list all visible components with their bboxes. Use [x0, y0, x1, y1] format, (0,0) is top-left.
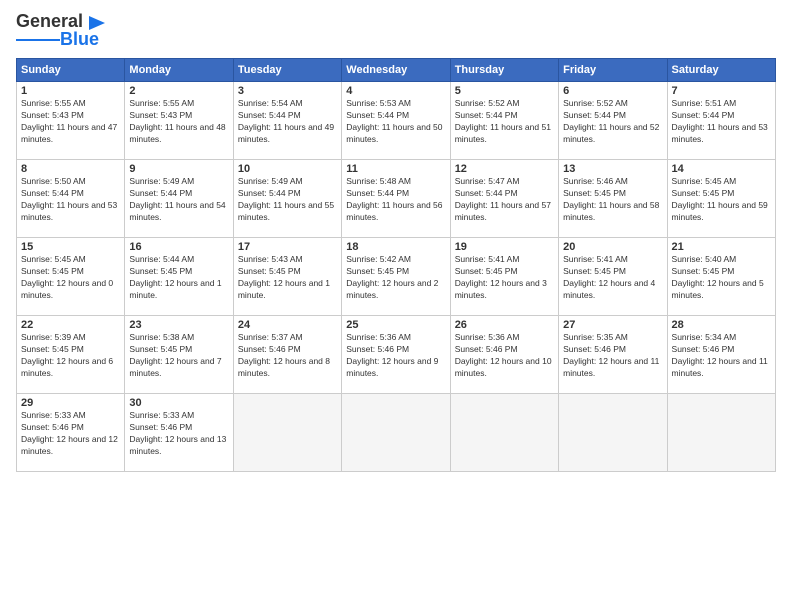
calendar-cell: 13Sunrise: 5:46 AMSunset: 5:45 PMDayligh…: [559, 160, 667, 238]
calendar-cell: 27Sunrise: 5:35 AMSunset: 5:46 PMDayligh…: [559, 316, 667, 394]
col-header-thursday: Thursday: [450, 59, 558, 82]
calendar-cell: 9Sunrise: 5:49 AMSunset: 5:44 PMDaylight…: [125, 160, 233, 238]
calendar-cell: 12Sunrise: 5:47 AMSunset: 5:44 PMDayligh…: [450, 160, 558, 238]
logo-blue: Blue: [60, 29, 99, 50]
col-header-sunday: Sunday: [17, 59, 125, 82]
calendar-cell: 18Sunrise: 5:42 AMSunset: 5:45 PMDayligh…: [342, 238, 450, 316]
calendar-cell: [342, 394, 450, 472]
calendar-cell: 21Sunrise: 5:40 AMSunset: 5:45 PMDayligh…: [667, 238, 775, 316]
col-header-saturday: Saturday: [667, 59, 775, 82]
logo-general: General: [16, 11, 83, 31]
col-header-friday: Friday: [559, 59, 667, 82]
calendar-cell: 2Sunrise: 5:55 AMSunset: 5:43 PMDaylight…: [125, 82, 233, 160]
calendar-cell: 24Sunrise: 5:37 AMSunset: 5:46 PMDayligh…: [233, 316, 341, 394]
calendar-cell: 3Sunrise: 5:54 AMSunset: 5:44 PMDaylight…: [233, 82, 341, 160]
col-header-wednesday: Wednesday: [342, 59, 450, 82]
calendar-cell: 7Sunrise: 5:51 AMSunset: 5:44 PMDaylight…: [667, 82, 775, 160]
calendar-cell: 11Sunrise: 5:48 AMSunset: 5:44 PMDayligh…: [342, 160, 450, 238]
calendar-table: SundayMondayTuesdayWednesdayThursdayFrid…: [16, 58, 776, 472]
calendar-cell: 30Sunrise: 5:33 AMSunset: 5:46 PMDayligh…: [125, 394, 233, 472]
calendar-cell: [559, 394, 667, 472]
calendar-cell: 16Sunrise: 5:44 AMSunset: 5:45 PMDayligh…: [125, 238, 233, 316]
calendar-cell: 8Sunrise: 5:50 AMSunset: 5:44 PMDaylight…: [17, 160, 125, 238]
col-header-monday: Monday: [125, 59, 233, 82]
calendar-cell: 10Sunrise: 5:49 AMSunset: 5:44 PMDayligh…: [233, 160, 341, 238]
calendar-cell: [233, 394, 341, 472]
calendar-cell: 19Sunrise: 5:41 AMSunset: 5:45 PMDayligh…: [450, 238, 558, 316]
calendar-cell: 28Sunrise: 5:34 AMSunset: 5:46 PMDayligh…: [667, 316, 775, 394]
header-row: SundayMondayTuesdayWednesdayThursdayFrid…: [17, 59, 776, 82]
calendar-cell: 5Sunrise: 5:52 AMSunset: 5:44 PMDaylight…: [450, 82, 558, 160]
calendar-cell: 25Sunrise: 5:36 AMSunset: 5:46 PMDayligh…: [342, 316, 450, 394]
calendar-cell: 1Sunrise: 5:55 AMSunset: 5:43 PMDaylight…: [17, 82, 125, 160]
calendar-cell: 20Sunrise: 5:41 AMSunset: 5:45 PMDayligh…: [559, 238, 667, 316]
calendar-cell: 26Sunrise: 5:36 AMSunset: 5:46 PMDayligh…: [450, 316, 558, 394]
calendar-cell: 17Sunrise: 5:43 AMSunset: 5:45 PMDayligh…: [233, 238, 341, 316]
week-row-4: 22Sunrise: 5:39 AMSunset: 5:45 PMDayligh…: [17, 316, 776, 394]
calendar-cell: [667, 394, 775, 472]
calendar-cell: 6Sunrise: 5:52 AMSunset: 5:44 PMDaylight…: [559, 82, 667, 160]
col-header-tuesday: Tuesday: [233, 59, 341, 82]
calendar-cell: 4Sunrise: 5:53 AMSunset: 5:44 PMDaylight…: [342, 82, 450, 160]
logo: General Blue: [16, 12, 105, 50]
week-row-5: 29Sunrise: 5:33 AMSunset: 5:46 PMDayligh…: [17, 394, 776, 472]
calendar-cell: 29Sunrise: 5:33 AMSunset: 5:46 PMDayligh…: [17, 394, 125, 472]
calendar-cell: [450, 394, 558, 472]
calendar-cell: 22Sunrise: 5:39 AMSunset: 5:45 PMDayligh…: [17, 316, 125, 394]
header: General Blue: [16, 12, 776, 50]
week-row-3: 15Sunrise: 5:45 AMSunset: 5:45 PMDayligh…: [17, 238, 776, 316]
logo-arrow-icon: [89, 16, 105, 30]
calendar-cell: 15Sunrise: 5:45 AMSunset: 5:45 PMDayligh…: [17, 238, 125, 316]
week-row-2: 8Sunrise: 5:50 AMSunset: 5:44 PMDaylight…: [17, 160, 776, 238]
calendar-cell: 14Sunrise: 5:45 AMSunset: 5:45 PMDayligh…: [667, 160, 775, 238]
page: General Blue SundayMondayTuesdayWednesda…: [0, 0, 792, 612]
calendar-cell: 23Sunrise: 5:38 AMSunset: 5:45 PMDayligh…: [125, 316, 233, 394]
week-row-1: 1Sunrise: 5:55 AMSunset: 5:43 PMDaylight…: [17, 82, 776, 160]
